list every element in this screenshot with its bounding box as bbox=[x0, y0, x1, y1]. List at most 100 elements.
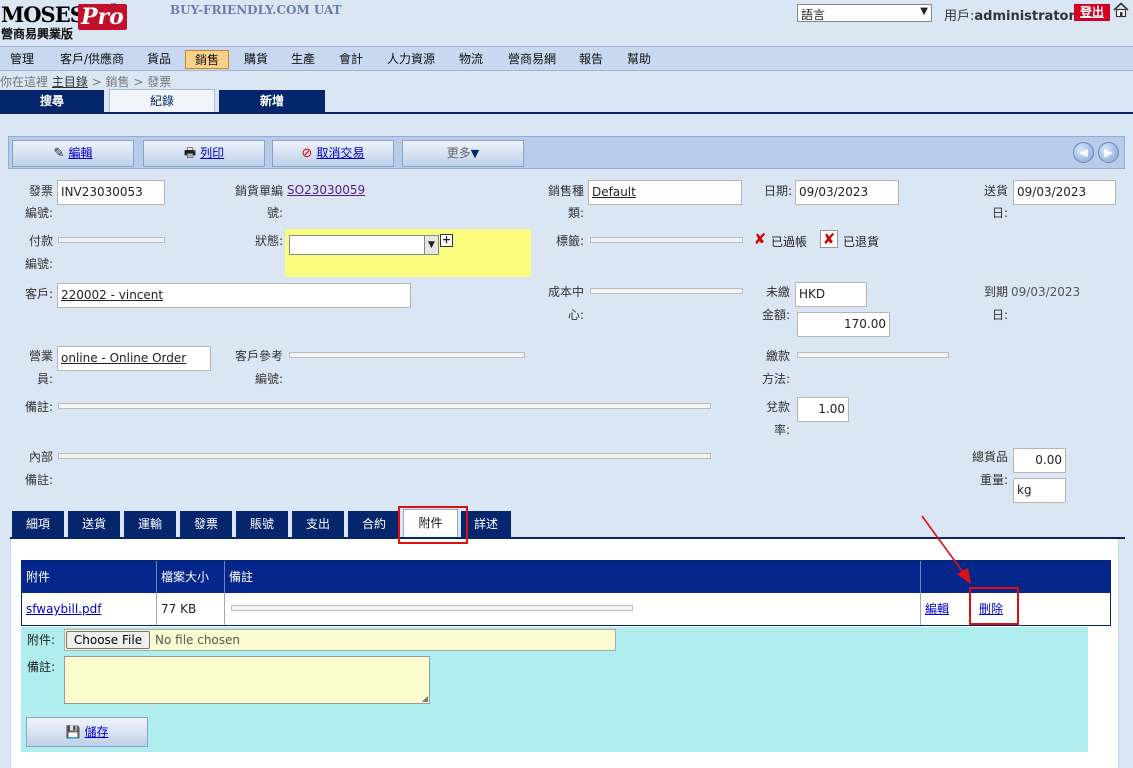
exchange-rate-field[interactable]: 1.00 bbox=[797, 397, 849, 422]
customer-field[interactable]: 220002 - vincent bbox=[57, 283, 411, 308]
payment-no-label-2: 編號: bbox=[24, 257, 53, 271]
save-button-label: 儲存 bbox=[84, 725, 109, 739]
column-header-attachment: 附件 bbox=[22, 561, 157, 593]
subtab-transport[interactable]: 運輸 bbox=[124, 511, 176, 537]
attachment-file-link[interactable]: sfwaybill.pdf bbox=[26, 602, 101, 616]
menu-sales[interactable]: 銷售 bbox=[185, 50, 229, 69]
file-input[interactable]: Choose File No file chosen bbox=[64, 629, 616, 651]
chevron-down-icon: ▼ bbox=[424, 236, 438, 254]
no-file-text: No file chosen bbox=[155, 633, 241, 647]
red-arrow-icon bbox=[921, 515, 971, 584]
invoice-no-field[interactable]: INV23030053 bbox=[57, 180, 165, 205]
invoice-no-label-2: 編號: bbox=[24, 206, 53, 220]
so-no-label-2: 號: bbox=[266, 206, 283, 220]
internal-remark-label-2: 備註: bbox=[24, 473, 53, 487]
logout-button[interactable]: 登出 bbox=[1074, 4, 1110, 21]
breadcrumb-home-link[interactable]: 主目錄 bbox=[52, 75, 88, 89]
subtab-invoice[interactable]: 發票 bbox=[180, 511, 232, 537]
menu-customer-supplier[interactable]: 客戶/供應商 bbox=[54, 50, 130, 69]
menu-hr[interactable]: 人力資源 bbox=[382, 50, 440, 69]
date-field[interactable]: 09/03/2023 bbox=[795, 180, 899, 205]
subtab-expense[interactable]: 支出 bbox=[292, 511, 344, 537]
subtab-contract[interactable]: 合約 bbox=[348, 511, 400, 537]
breadcrumb-prefix: 你在這裡 bbox=[0, 75, 49, 89]
internal-remark-field[interactable] bbox=[58, 453, 711, 459]
menu-goods[interactable]: 貨品 bbox=[143, 50, 175, 69]
upload-form: 附件: Choose File No file chosen 備註: ◢ 💾 儲存 bbox=[21, 627, 1088, 752]
pay-method-label: 繳款 bbox=[765, 349, 790, 363]
chevron-down-icon: ▼ bbox=[920, 6, 928, 17]
so-no-link[interactable]: SO23030059 bbox=[287, 179, 365, 201]
print-button[interactable]: 🖶 列印 bbox=[143, 140, 265, 167]
language-select-value: 語言 bbox=[801, 8, 826, 22]
menu-accounting[interactable]: 會計 bbox=[335, 50, 367, 69]
attachment-remark-field[interactable] bbox=[231, 605, 633, 611]
printer-icon: 🖶 bbox=[183, 146, 197, 161]
language-select[interactable]: 語言 ▼ bbox=[797, 4, 932, 22]
tag-field[interactable] bbox=[590, 237, 743, 243]
payment-no-field[interactable] bbox=[58, 237, 165, 243]
pay-method-field[interactable] bbox=[797, 352, 949, 358]
cancel-transaction-button[interactable]: ⊘ 取消交易 bbox=[272, 140, 394, 167]
attachment-size-cell: 77 KB bbox=[157, 593, 225, 625]
menu-admin[interactable]: 管理 bbox=[5, 50, 39, 69]
subtab-account[interactable]: 賬號 bbox=[236, 511, 288, 537]
remark-label: 備註: bbox=[24, 400, 53, 414]
logo-pro: Pro bbox=[78, 4, 127, 30]
plus-icon[interactable]: + bbox=[440, 234, 453, 247]
subtab-delivery[interactable]: 送貨 bbox=[68, 511, 120, 537]
tab-search[interactable]: 搜尋 bbox=[0, 90, 104, 112]
cost-center-label: 成本中 bbox=[547, 285, 584, 299]
customer-ref-label-2: 編號: bbox=[254, 372, 283, 386]
sales-type-field[interactable]: Default bbox=[588, 180, 742, 205]
caret-down-icon: ▼ bbox=[470, 147, 480, 160]
remark-field[interactable] bbox=[58, 403, 711, 409]
so-no-label: 銷貨單編 bbox=[234, 184, 283, 198]
cost-center-field[interactable] bbox=[590, 288, 743, 294]
column-header-file-size: 檔案大小 bbox=[157, 561, 225, 593]
menu-production[interactable]: 生產 bbox=[287, 50, 319, 69]
ship-date-field[interactable]: 09/03/2023 bbox=[1013, 180, 1116, 205]
menu-biz-net[interactable]: 營商易網 bbox=[503, 50, 561, 69]
more-button[interactable]: 更多▼ bbox=[402, 140, 524, 167]
more-button-label: 更多 bbox=[446, 146, 471, 160]
edit-button-label: 編輯 bbox=[68, 146, 93, 160]
logo-text: MOSES bbox=[1, 2, 85, 27]
status-select[interactable]: ▼ bbox=[289, 235, 439, 255]
menu-logistics[interactable]: 物流 bbox=[455, 50, 487, 69]
user-label: 用戶: bbox=[944, 9, 975, 24]
tab-new[interactable]: 新增 bbox=[219, 90, 325, 112]
ship-date-label: 送貨 bbox=[983, 184, 1008, 198]
nav-divider bbox=[0, 112, 1133, 114]
choose-file-button[interactable]: Choose File bbox=[66, 631, 150, 649]
menu-report[interactable]: 報告 bbox=[575, 50, 607, 69]
payment-no-label: 付款 bbox=[28, 234, 53, 248]
previous-record-icon[interactable]: ◀ bbox=[1073, 142, 1094, 163]
pay-method-label-2: 方法: bbox=[761, 372, 790, 386]
tab-record[interactable]: 紀錄 bbox=[109, 89, 215, 113]
posted-label: 已過帳 bbox=[771, 235, 808, 249]
menu-purchase[interactable]: 購貨 bbox=[240, 50, 272, 69]
subtab-items[interactable]: 細項 bbox=[12, 511, 64, 537]
exchange-rate-label-2: 率: bbox=[773, 423, 790, 437]
edit-icon: ✎ bbox=[53, 146, 65, 161]
resize-handle-icon[interactable]: ◢ bbox=[422, 694, 428, 703]
status-panel: ▼ + bbox=[285, 229, 531, 277]
salesman-field[interactable]: online - Online Order bbox=[57, 346, 211, 371]
record-toolbar: ✎ 編輯 🖶 列印 ⊘ 取消交易 更多▼ ◀ ▶ bbox=[8, 136, 1125, 169]
subtab-details[interactable]: 詳述 bbox=[461, 511, 511, 537]
edit-button[interactable]: ✎ 編輯 bbox=[12, 140, 134, 167]
customer-ref-field[interactable] bbox=[289, 352, 525, 358]
next-record-icon[interactable]: ▶ bbox=[1098, 142, 1119, 163]
attachment-edit-link[interactable]: 編輯 bbox=[925, 602, 949, 616]
column-header-remark: 備註 bbox=[225, 561, 921, 593]
salesman-label-2: 員: bbox=[36, 372, 53, 386]
save-button[interactable]: 💾 儲存 bbox=[26, 717, 148, 747]
total-weight-field: 0.00 bbox=[1013, 448, 1066, 473]
returned-label: 已退貨 bbox=[843, 235, 880, 249]
upload-remark-textarea[interactable]: ◢ bbox=[64, 656, 430, 704]
cancel-transaction-label: 取消交易 bbox=[316, 146, 365, 160]
attachment-edit-cell: 編輯 bbox=[921, 593, 969, 625]
home-icon[interactable] bbox=[1113, 2, 1129, 18]
menu-help[interactable]: 幫助 bbox=[623, 50, 655, 69]
